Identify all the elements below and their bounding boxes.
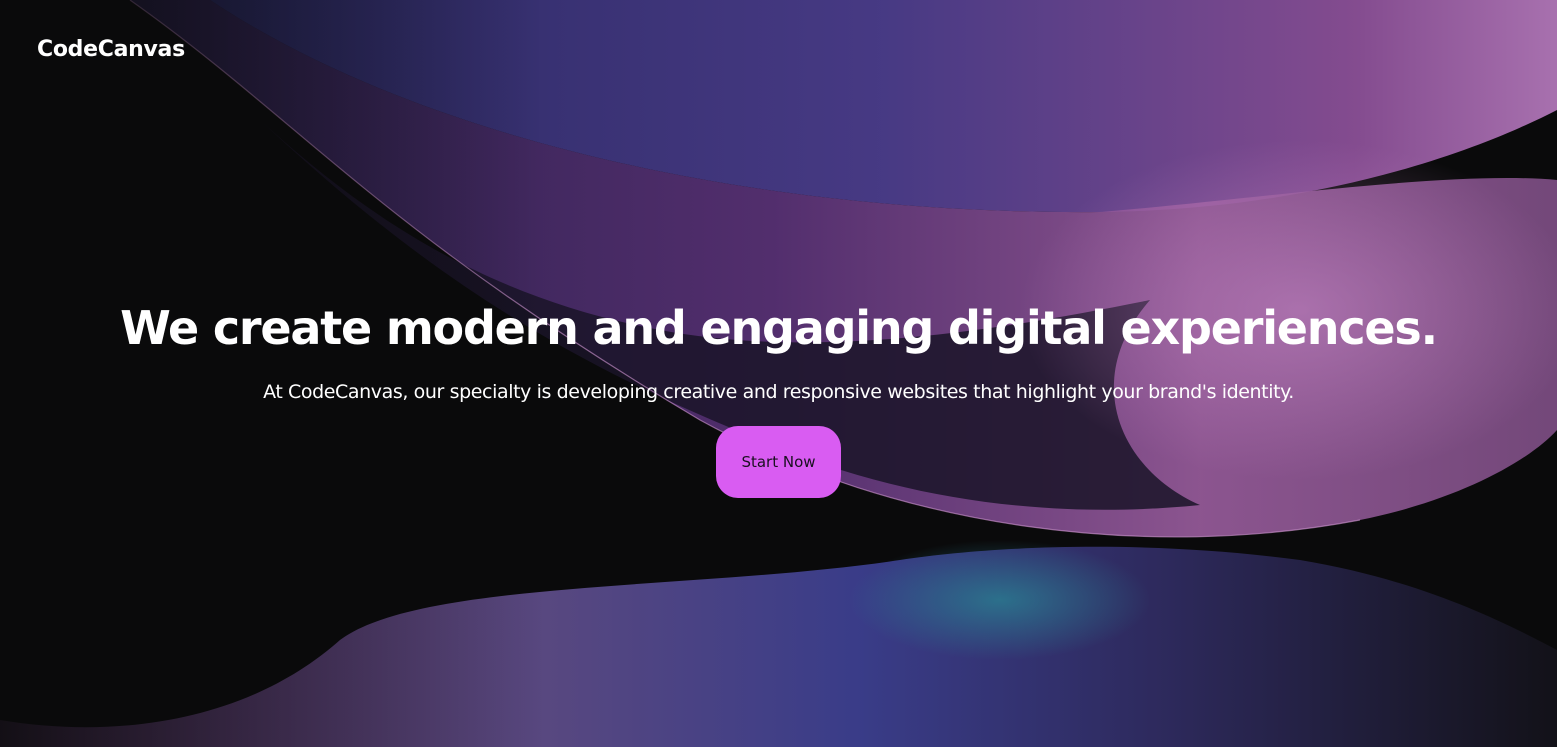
hero-headline: We create modern and engaging digital ex… <box>120 301 1438 355</box>
brand-logo[interactable]: CodeCanvas <box>37 35 185 65</box>
hero-subtext: At CodeCanvas, our specialty is developi… <box>263 381 1294 403</box>
start-now-button[interactable]: Start Now <box>716 426 841 498</box>
hero-section: CodeCanvas We create modern and engaging… <box>0 0 1557 747</box>
hero-content: We create modern and engaging digital ex… <box>0 296 1557 498</box>
